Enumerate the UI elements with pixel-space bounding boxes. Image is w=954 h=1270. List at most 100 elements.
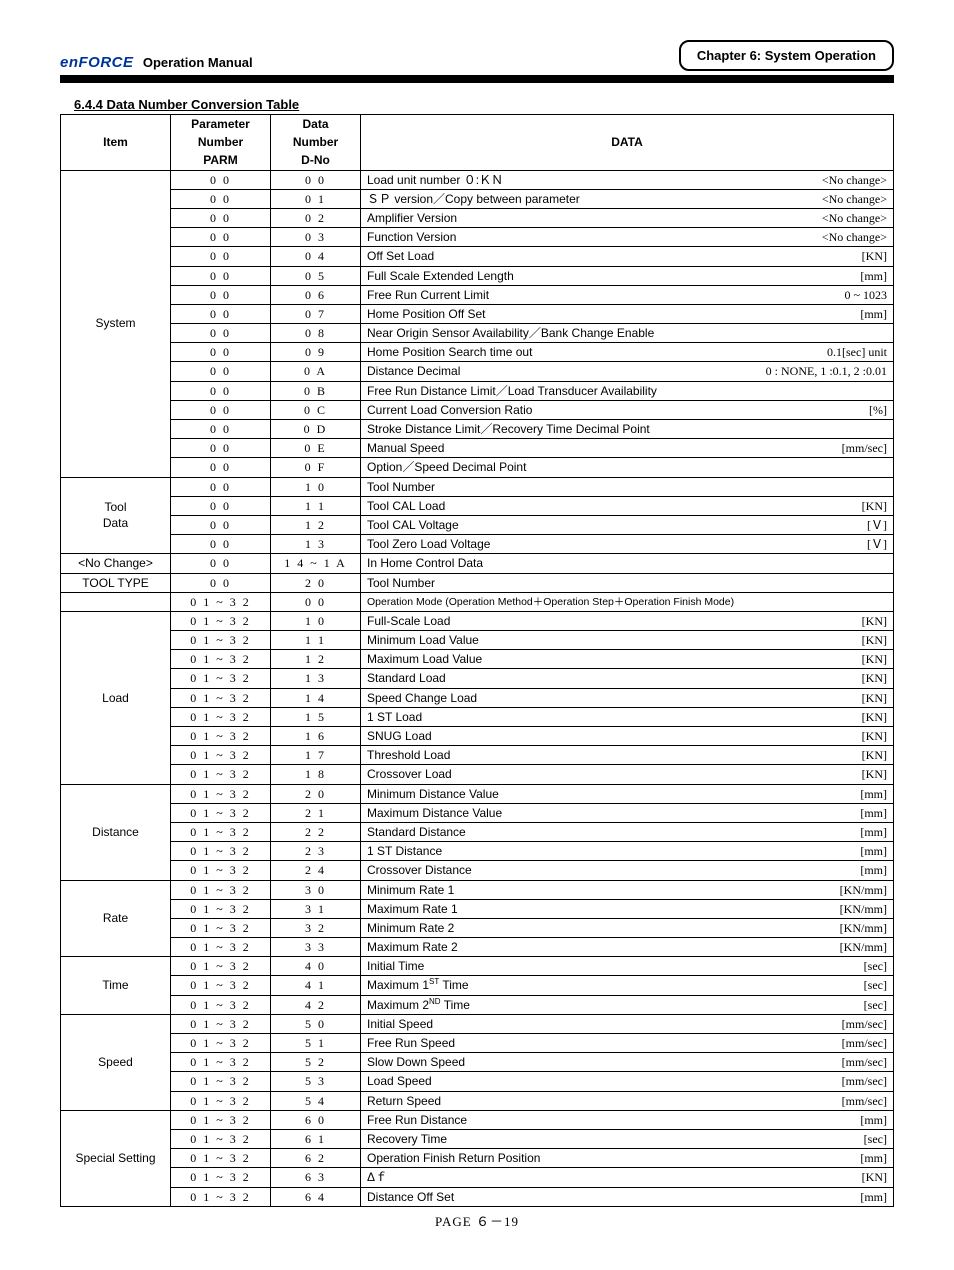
data-label: Amplifier Version: [367, 210, 457, 226]
data-unit: [KN]: [862, 632, 887, 648]
data-cell: Free Run Speed[mm/sec]: [361, 1034, 894, 1053]
table-row: 0 00 6Free Run Current Limit0 ~ 1023: [61, 285, 894, 304]
item-cell: ToolData: [61, 477, 171, 554]
data-label: Standard Load: [367, 670, 446, 686]
parm-cell: 0 1 ~ 3 2: [171, 842, 271, 861]
table-row: 0 1 ~ 3 23 2Minimum Rate 2[KN/mm]: [61, 918, 894, 937]
data-label: Home Position Off Set: [367, 306, 486, 322]
table-row: Speed0 1 ~ 3 25 0Initial Speed[mm/sec]: [61, 1014, 894, 1033]
dno-cell: 6 4: [271, 1187, 361, 1206]
table-row: 0 1 ~ 3 20 0Operation Mode (Operation Me…: [61, 592, 894, 611]
data-cell: Δｆ[KN]: [361, 1168, 894, 1187]
data-unit: [KN]: [862, 690, 887, 706]
dno-cell: 5 2: [271, 1053, 361, 1072]
parm-cell: 0 1 ~ 3 2: [171, 1034, 271, 1053]
table-row: 0 00 7Home Position Off Set[mm]: [61, 304, 894, 323]
dno-cell: 5 1: [271, 1034, 361, 1053]
table-row: 0 1 ~ 3 21 8Crossover Load[KN]: [61, 765, 894, 784]
data-cell: Return Speed[mm/sec]: [361, 1091, 894, 1110]
data-unit: <No change>: [822, 210, 887, 226]
parm-cell: 0 0: [171, 439, 271, 458]
dno-cell: 6 2: [271, 1149, 361, 1168]
table-row: ToolData0 01 0Tool Number: [61, 477, 894, 496]
parm-cell: 0 0: [171, 208, 271, 227]
data-unit: [mm/sec]: [842, 1035, 887, 1051]
data-label: In Home Control Data: [367, 555, 483, 571]
dno-cell: 0 6: [271, 285, 361, 304]
data-label: SNUG Load: [367, 728, 432, 744]
data-label: Minimum Rate 2: [367, 920, 454, 936]
item-cell: Special Setting: [61, 1110, 171, 1206]
data-unit: <No change>: [822, 172, 887, 188]
parm-cell: 0 1 ~ 3 2: [171, 727, 271, 746]
data-label: Crossover Load: [367, 766, 452, 782]
dno-cell: 1 4 ~ 1 A: [271, 554, 361, 573]
data-cell: Operation Mode (Operation Method＋Operati…: [361, 592, 894, 611]
table-row: 0 1 ~ 3 21 6SNUG Load[KN]: [61, 727, 894, 746]
dno-cell: 0 8: [271, 324, 361, 343]
dno-cell: 0 5: [271, 266, 361, 285]
table-row: 0 00 ADistance Decimal0 : NONE, 1 :0.1, …: [61, 362, 894, 381]
dno-cell: 3 0: [271, 880, 361, 899]
data-unit: 0 : NONE, 1 :0.1, 2 :0.01: [766, 363, 887, 379]
parm-cell: 0 0: [171, 228, 271, 247]
dno-cell: 0 0: [271, 170, 361, 189]
item-cell: System: [61, 170, 171, 477]
parm-cell: 0 0: [171, 458, 271, 477]
data-unit: [KN]: [862, 747, 887, 763]
data-unit: [mm/sec]: [842, 1054, 887, 1070]
data-unit: [KN]: [862, 728, 887, 744]
data-cell: Tool Zero Load Voltage[Ｖ]: [361, 535, 894, 554]
data-label: ＳＰ version／Copy between parameter: [367, 191, 580, 207]
parm-cell: 0 1 ~ 3 2: [171, 1014, 271, 1033]
data-label: Stroke Distance Limit／Recovery Time Deci…: [367, 421, 650, 437]
data-unit: [KN]: [862, 613, 887, 629]
data-unit: [Ｖ]: [867, 536, 887, 552]
data-cell: Operation Finish Return Position[mm]: [361, 1149, 894, 1168]
data-unit: [sec]: [864, 958, 887, 974]
data-cell: Home Position Search time out0.1[sec] un…: [361, 343, 894, 362]
data-cell: Free Run Distance[mm]: [361, 1110, 894, 1129]
data-cell: Maximum 1ST Time[sec]: [361, 976, 894, 995]
data-unit: [mm]: [860, 1112, 887, 1128]
logo: enFORCE: [60, 54, 134, 71]
page-header: enFORCE Operation Manual Chapter 6: Syst…: [60, 40, 894, 71]
data-cell: Maximum 2ND Time[sec]: [361, 995, 894, 1014]
table-row: 0 1 ~ 3 25 2Slow Down Speed[mm/sec]: [61, 1053, 894, 1072]
dno-cell: 0 7: [271, 304, 361, 323]
data-unit: [mm]: [860, 824, 887, 840]
table-row: 0 00 CCurrent Load Conversion Ratio[%]: [61, 400, 894, 419]
data-cell: Full Scale Extended Length[mm]: [361, 266, 894, 285]
data-unit: [KN]: [862, 709, 887, 725]
table-row: Load0 1 ~ 3 21 0Full-Scale Load[KN]: [61, 611, 894, 630]
data-label: Return Speed: [367, 1093, 441, 1109]
parm-cell: 0 1 ~ 3 2: [171, 899, 271, 918]
table-row: 0 1 ~ 3 21 4Speed Change Load[KN]: [61, 688, 894, 707]
parm-cell: 0 0: [171, 343, 271, 362]
data-cell: 1 ST Load[KN]: [361, 707, 894, 726]
table-row: 0 1 ~ 3 26 3Δｆ[KN]: [61, 1168, 894, 1187]
table-row: 0 00 2Amplifier Version<No change>: [61, 208, 894, 227]
parm-cell: 0 1 ~ 3 2: [171, 784, 271, 803]
data-unit: 0.1[sec] unit: [827, 344, 887, 360]
data-cell: Maximum Rate 2[KN/mm]: [361, 938, 894, 957]
data-label: Operation Mode (Operation Method＋Operati…: [367, 595, 734, 609]
dno-cell: 1 2: [271, 515, 361, 534]
data-unit: [KN/mm]: [840, 882, 887, 898]
data-label: Standard Distance: [367, 824, 466, 840]
data-cell: Minimum Rate 2[KN/mm]: [361, 918, 894, 937]
data-label: Maximum Distance Value: [367, 805, 502, 821]
data-unit: [mm]: [860, 1189, 887, 1205]
data-label: 1 ST Distance: [367, 843, 442, 859]
data-label: Tool Number: [367, 575, 435, 591]
data-label: Near Origin Sensor Availability／Bank Cha…: [367, 325, 654, 341]
dno-cell: 2 4: [271, 861, 361, 880]
data-unit: <No change>: [822, 229, 887, 245]
data-unit: [KN/mm]: [840, 901, 887, 917]
item-cell: [61, 592, 171, 611]
data-label: Crossover Distance: [367, 862, 472, 878]
parm-cell: 0 0: [171, 304, 271, 323]
data-unit: [mm/sec]: [842, 1016, 887, 1032]
data-cell: Maximum Load Value[KN]: [361, 650, 894, 669]
parm-cell: 0 1 ~ 3 2: [171, 1129, 271, 1148]
